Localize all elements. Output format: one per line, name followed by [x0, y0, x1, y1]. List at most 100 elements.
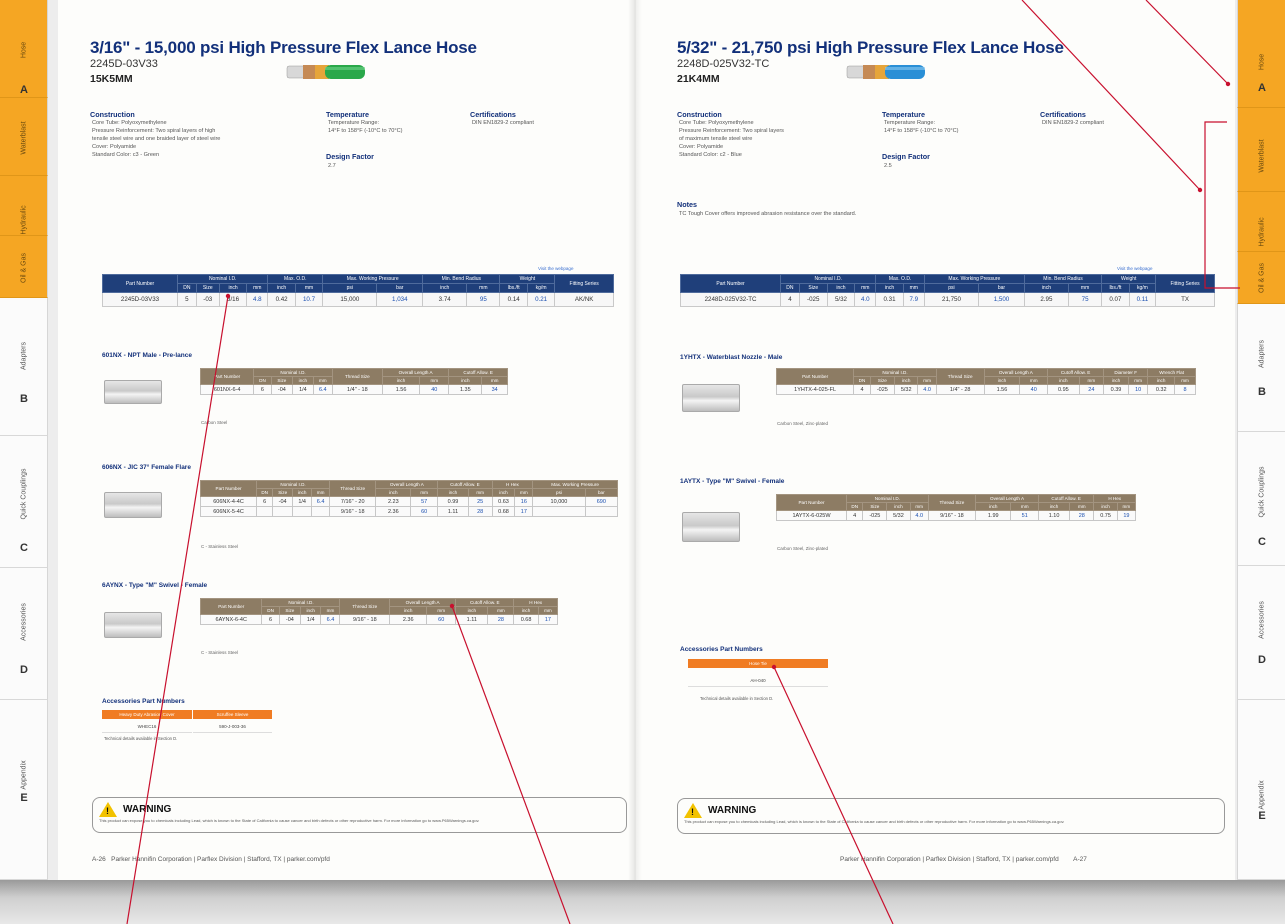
fitting-subheader: inch [292, 488, 313, 497]
footer: A-26 Parker Hannifin Corporation | Parfl… [92, 856, 330, 863]
fitting-header: Thread Size [331, 368, 383, 385]
fitting-cell: 34 [481, 384, 508, 395]
tab-accessories[interactable]: Accessories D [0, 568, 48, 700]
tab-accessories[interactable]: Accessories D [1237, 566, 1285, 700]
spec-header: Nominal I.D. [177, 274, 269, 284]
spec-cell: 15,000 [322, 292, 378, 307]
tab-oil-gas[interactable]: Oil & Gas [1237, 252, 1285, 304]
tab-hose[interactable]: Hose A [1237, 0, 1285, 108]
tab-hose[interactable]: Hose A [0, 0, 48, 98]
fitting-table: Part Number Nominal I.D. Thread Size Overal… [775, 368, 1196, 395]
spec-header: Nominal I.D. [780, 274, 877, 284]
fitting-title: 1AYTX - Type "M" Swivel - Female [680, 478, 785, 485]
tab-adapters[interactable]: Adapters B [0, 298, 48, 436]
tab-letter: E [20, 792, 28, 804]
fitting-cell: 601NX-6-4 [199, 384, 255, 395]
temperature-item: 14°F to 158°F (-10°C to 70°C) [884, 128, 959, 134]
spec-subheader: mm [466, 283, 501, 293]
warning-exclamation: ! [691, 807, 694, 817]
tab-waterblast[interactable]: Waterblast [0, 98, 48, 176]
fitting-subheader: inch [491, 488, 516, 497]
fitting-cell: 6AYNX-6-4C [199, 614, 263, 625]
fitting-header: Overall Length A [381, 368, 450, 377]
fitting-image [104, 380, 162, 404]
fitting-cell: 7/16" - 20 [329, 496, 377, 507]
footer-text: Parker Hannifin Corporation | Parflex Di… [840, 856, 1059, 863]
fitting-header: Nominal I.D. [253, 368, 333, 377]
fitting-header: Nominal I.D. [853, 368, 937, 377]
construction-list: Core Tube: Polyoxymethylene Pressure Rei… [92, 119, 220, 159]
tab-waterblast[interactable]: Waterblast [1237, 108, 1285, 192]
spec-subheader: inch [218, 283, 248, 293]
fitting-subheader: inch [455, 606, 489, 615]
tab-quick-couplings[interactable]: Quick Couplings C [1237, 432, 1285, 566]
certifications-list: DIN EN1829-2 compliant [472, 119, 534, 127]
fitting-cell [272, 506, 294, 517]
notes-item: TC Tough Cover offers improved abrasion … [679, 211, 857, 217]
spec-cell: 75 [1067, 292, 1103, 307]
construction-item: of maximum tensile steel wire [679, 136, 753, 142]
fitting-image [682, 512, 740, 542]
fitting-title: 1YHTX - Waterblast Nozzle - Male [680, 354, 783, 361]
certifications-heading: Certifications [1040, 110, 1086, 119]
fitting-subheader: mm [410, 488, 439, 497]
tab-label: Waterblast [20, 121, 27, 155]
tab-quick-couplings[interactable]: Quick Couplings C [0, 436, 48, 568]
spec-cell: 0.11 [1128, 292, 1157, 307]
fitting-cell: 6 [253, 384, 272, 395]
fitting-header: Overall Length A [375, 480, 439, 489]
spec-cell: 4 [780, 292, 800, 307]
web-link[interactable]: Visit the webpage [538, 266, 573, 271]
notes-heading: Notes [677, 200, 697, 209]
fitting-cell: 5/32 [893, 384, 919, 395]
fitting-subheader: mm [311, 488, 331, 497]
fitting-subheader: inch [975, 502, 1012, 511]
spec-subheader: mm [294, 283, 324, 293]
fitting-material: Carbon Steel [201, 420, 228, 425]
construction-item: tensile steel wire and one braided layer… [92, 136, 221, 142]
spec-subheader: inch [422, 283, 468, 293]
tab-adapters[interactable]: Adapters B [1237, 304, 1285, 432]
fitting-cell: 1.56 [381, 384, 421, 395]
tab-appendix[interactable]: Appendix E [1237, 700, 1285, 880]
tab-appendix[interactable]: Appendix E [0, 700, 48, 880]
design-factor-item: 2.5 [884, 163, 892, 169]
fitting-title: 601NX - NPT Male - Pre-lance [102, 352, 192, 359]
tab-oil-gas[interactable]: Oil & Gas [0, 236, 48, 298]
warning-box: ! WARNING This product can expose you to… [677, 798, 1225, 834]
tab-letter: B [20, 393, 28, 405]
fitting-cell: 1AYTX-6-025W [776, 510, 847, 521]
spec-subheader: DN [780, 283, 800, 293]
tab-label: Appendix [20, 760, 27, 790]
web-link[interactable]: Visit the webpage [1117, 266, 1152, 271]
book-spine [628, 0, 642, 880]
fitting-cell: 17 [514, 506, 534, 517]
accessory-value: WHEC16 [102, 722, 192, 733]
spec-subheader: lbs./ft [1101, 283, 1130, 293]
accessories-heading: Accessories Part Numbers [102, 698, 185, 705]
fitting-cell: 17 [537, 614, 559, 625]
fitting-cell: 6.4 [311, 496, 331, 507]
spec-header: Max. O.D. [267, 274, 324, 284]
tab-hydraulic[interactable]: Hydraulic [1237, 192, 1285, 252]
fitting-title: 6AYNX - Type "M" Swivel - Female [102, 582, 208, 589]
design-factor-item: 2.7 [328, 163, 336, 169]
page-title: 3/16" - 15,000 psi High Pressure Flex La… [90, 38, 477, 57]
fitting-cell: 4 [853, 384, 871, 395]
fitting-subheader: mm [481, 376, 508, 385]
spec-header: Fitting Series [554, 274, 614, 293]
spec-subheader: mm [902, 283, 925, 293]
fitting-subheader: Size [862, 502, 888, 511]
fitting-cell: 0.68 [513, 614, 539, 625]
temperature-heading: Temperature [326, 110, 370, 119]
hose-code: 21K4MM [677, 73, 720, 85]
fitting-cell: 1/4" - 18 [331, 384, 383, 395]
spec-subheader: inch [1023, 283, 1069, 293]
construction-heading: Construction [90, 110, 135, 119]
tab-hydraulic[interactable]: Hydraulic [0, 176, 48, 236]
tab-label: Hydraulic [1258, 217, 1265, 247]
fitting-cell: -04 [278, 614, 302, 625]
fitting-cell: 57 [410, 496, 439, 507]
spec-cell: 2248D-025V32-TC [679, 292, 782, 307]
fitting-subheader: mm [1069, 502, 1095, 511]
